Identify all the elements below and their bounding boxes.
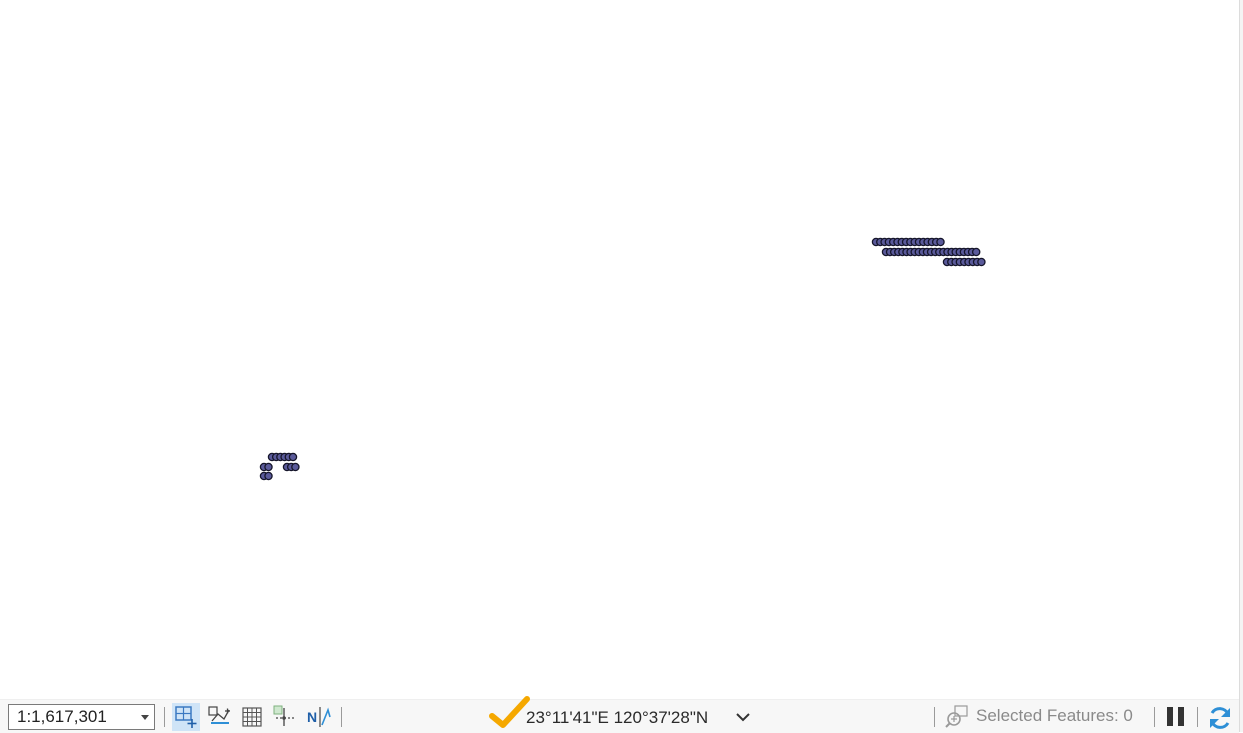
vertical-scrollbar[interactable] <box>1239 0 1243 732</box>
map-view[interactable] <box>0 0 1239 699</box>
map-scale-combobox[interactable] <box>8 704 155 730</box>
southwest-cluster[interactable] <box>259 452 300 481</box>
constraints-icon <box>273 705 295 726</box>
point-feature-marker[interactable] <box>291 462 300 472</box>
selected-features-count: Selected Features: 0 <box>976 706 1133 725</box>
point-feature-marker[interactable] <box>977 257 986 267</box>
selection-zoom-icon[interactable] <box>944 705 972 729</box>
snapping-button[interactable] <box>205 703 233 731</box>
north-arrow-button[interactable]: N <box>304 703 332 731</box>
point-feature-marker[interactable] <box>288 452 298 462</box>
scale-dropdown-arrow-icon[interactable] <box>139 711 151 723</box>
pause-drawing-button[interactable] <box>1164 706 1186 728</box>
toolbar-separator <box>164 707 165 727</box>
constraints-button[interactable] <box>271 703 299 731</box>
coordinates-format-chevron-down-icon[interactable] <box>735 711 751 725</box>
refresh-icon[interactable] <box>1207 705 1233 731</box>
toolbar-separator <box>341 707 342 727</box>
explore-select-button[interactable] <box>172 703 200 731</box>
map-canvas[interactable] <box>0 0 1239 699</box>
point-feature-marker[interactable] <box>936 237 945 247</box>
grid-button[interactable] <box>238 703 266 731</box>
pause-icon-bar <box>1167 707 1173 726</box>
toolbar-separator <box>934 707 935 727</box>
grid-icon <box>242 707 262 727</box>
explore-select-icon <box>175 706 197 728</box>
point-feature-marker[interactable] <box>971 247 981 257</box>
north-arrow-icon: N <box>307 707 331 727</box>
northeast-cluster[interactable] <box>871 237 986 267</box>
map-scale-input[interactable] <box>9 705 137 729</box>
status-bar: N 23°11'41"E 120°37'28"N Selected Featur… <box>0 696 1239 733</box>
point-feature-marker[interactable] <box>264 471 273 481</box>
toolbar-separator <box>1154 707 1155 727</box>
pause-icon-bar <box>1178 707 1184 726</box>
point-feature-marker[interactable] <box>264 462 273 472</box>
cursor-coordinates: 23°11'41"E 120°37'28"N <box>526 708 709 727</box>
toolbar-separator <box>1197 707 1198 727</box>
svg-text:N: N <box>307 709 317 725</box>
snapping-icon <box>208 706 230 724</box>
